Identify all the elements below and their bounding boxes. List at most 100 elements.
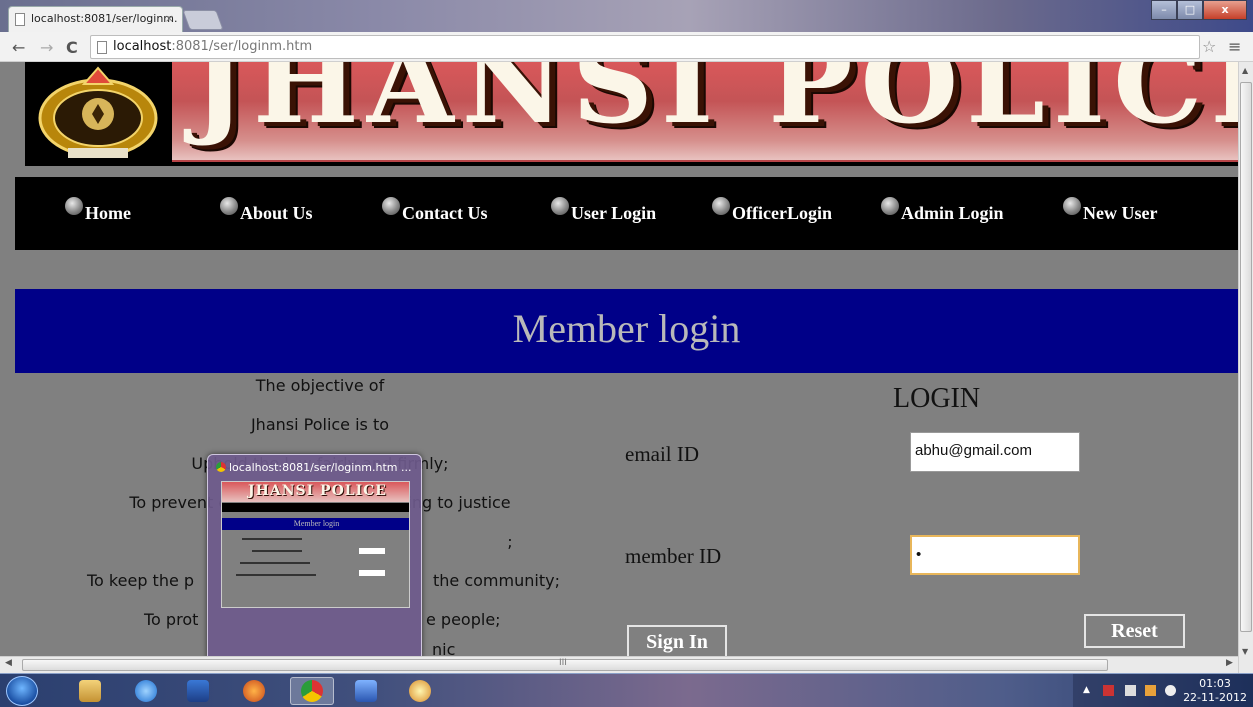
url-field[interactable]: localhost:8081/ser/loginm.htm <box>90 35 1200 59</box>
horizontal-scroll-thumb[interactable]: III <box>22 658 1108 671</box>
member-id-label: member ID <box>625 544 722 568</box>
window-controls: – □ x <box>1151 0 1247 20</box>
chrome-icon <box>216 462 226 472</box>
thumbnail-text-line <box>240 562 310 564</box>
start-button[interactable] <box>6 676 38 706</box>
thumbnail-input <box>359 570 385 576</box>
system-tray: ▲ 01:03 22-11-2012 <box>1073 674 1253 707</box>
system-clock[interactable]: 01:03 22-11-2012 <box>1183 677 1247 705</box>
objective-line: Jhansi Police is to <box>250 415 390 434</box>
scroll-down-icon[interactable]: ▼ <box>1242 647 1248 656</box>
objective-fragment: nic <box>432 640 456 656</box>
internet-explorer-icon <box>135 680 157 702</box>
url-path: :8081/ser/loginm.htm <box>171 39 313 54</box>
thumbnail-text-line <box>236 574 316 576</box>
banner-title-area: JHANSI POLICE <box>172 62 1238 162</box>
scroll-up-icon[interactable]: ▲ <box>1242 66 1248 75</box>
objective-fragment: the community; <box>433 571 560 590</box>
nav-home[interactable]: Home <box>65 197 131 224</box>
firefox-icon <box>243 680 265 702</box>
clock-time: 01:03 <box>1199 677 1231 690</box>
media-player-icon <box>187 680 209 702</box>
reload-icon[interactable]: C <box>66 38 78 57</box>
scroll-left-icon[interactable]: ◀ <box>5 658 12 668</box>
chrome-icon <box>301 680 323 702</box>
ie-taskbar-button[interactable] <box>124 677 168 705</box>
folder-icon <box>79 680 101 702</box>
show-hidden-icons-icon[interactable]: ▲ <box>1083 685 1094 696</box>
nav-admin-login[interactable]: Admin Login <box>881 197 1004 224</box>
page-icon <box>97 41 107 54</box>
paint-taskbar-button[interactable] <box>398 677 442 705</box>
reset-button[interactable]: Reset <box>1084 614 1185 648</box>
action-center-flag-icon[interactable] <box>1103 685 1114 696</box>
objective-fragment: To keep the p <box>87 571 195 590</box>
address-bar: ← → C localhost:8081/ser/loginm.htm ☆ ≡ <box>0 32 1253 62</box>
vertical-scroll-thumb[interactable] <box>1240 82 1252 632</box>
thumbnail-screenshot: JHANSI POLICE Member login <box>221 481 410 608</box>
nav-new-user[interactable]: New User <box>1063 197 1158 224</box>
maximize-button[interactable]: □ <box>1177 0 1203 20</box>
nav-home-label: Home <box>85 203 131 223</box>
firefox-taskbar-button[interactable] <box>232 677 276 705</box>
page-title: Member login <box>512 306 741 351</box>
explorer-taskbar-button[interactable] <box>68 677 112 705</box>
close-button[interactable]: x <box>1203 0 1247 20</box>
windows-taskbar: ▲ 01:03 22-11-2012 <box>0 673 1253 707</box>
page-icon <box>15 13 25 26</box>
nav-new-user-label: New User <box>1083 203 1158 223</box>
paint-icon <box>409 680 431 702</box>
network-icon[interactable] <box>1145 685 1156 696</box>
tab-close-icon[interactable]: × <box>165 12 174 25</box>
police-badge-icon <box>220 197 238 215</box>
application-icon <box>355 680 377 702</box>
url-host: localhost <box>113 39 172 54</box>
sign-in-button[interactable]: Sign In <box>627 625 727 656</box>
thumbnail-text-line <box>242 538 302 540</box>
thumbnail-title-text: localhost:8081/ser/loginm.htm ... <box>229 461 412 474</box>
vertical-scrollbar[interactable]: ▲ ▼ <box>1238 62 1253 673</box>
nav-about-us[interactable]: About Us <box>220 197 313 224</box>
thumbnail-banner-title: JHANSI POLICE <box>248 483 387 499</box>
police-badge-icon <box>712 197 730 215</box>
app-taskbar-button[interactable] <box>344 677 388 705</box>
clock-date: 22-11-2012 <box>1183 691 1247 704</box>
nav-admin-login-label: Admin Login <box>901 203 1004 223</box>
chrome-taskbar-button[interactable] <box>290 677 334 705</box>
nav-contact-label: Contact Us <box>402 203 488 223</box>
forward-icon[interactable]: → <box>40 38 53 57</box>
media-player-taskbar-button[interactable] <box>176 677 220 705</box>
horizontal-scrollbar[interactable]: ◀ III ▶ <box>0 656 1238 673</box>
police-badge-icon <box>551 197 569 215</box>
email-field[interactable]: abhu@gmail.com <box>910 432 1080 472</box>
email-label: email ID <box>625 442 700 466</box>
minimize-button[interactable]: – <box>1151 0 1177 20</box>
objective-fragment: To prot <box>144 610 199 629</box>
nav-officer-login[interactable]: OfficerLogin <box>712 197 832 224</box>
police-emblem-logo <box>25 62 170 166</box>
browser-tab[interactable]: localhost:8081/ser/loginm. × <box>8 6 183 32</box>
nav-user-login[interactable]: User Login <box>551 197 657 224</box>
new-tab-button[interactable] <box>182 10 224 30</box>
browser-titlebar: localhost:8081/ser/loginm. × – □ x <box>0 0 1253 32</box>
thumbnail-navbar <box>222 503 409 512</box>
scroll-right-icon[interactable]: ▶ <box>1226 658 1233 668</box>
chrome-menu-icon[interactable]: ≡ <box>1228 37 1241 56</box>
main-navbar: Home About Us Contact Us User Login Offi… <box>15 177 1238 250</box>
nav-contact-us[interactable]: Contact Us <box>382 197 488 224</box>
nav-user-login-label: User Login <box>571 203 657 223</box>
tab-title: localhost:8081/ser/loginm. <box>31 12 178 25</box>
scroll-grip: III <box>559 658 567 668</box>
volume-icon[interactable] <box>1165 685 1176 696</box>
battery-icon[interactable] <box>1125 685 1136 696</box>
nav-officer-login-label: OfficerLogin <box>732 203 832 223</box>
thumbnail-heading: Member login <box>222 518 409 530</box>
thumbnail-title: localhost:8081/ser/loginm.htm ... <box>216 461 416 474</box>
member-id-field[interactable]: • <box>910 535 1080 575</box>
back-icon[interactable]: ← <box>12 38 25 57</box>
police-emblem-icon <box>38 66 157 158</box>
bookmark-star-icon[interactable]: ☆ <box>1202 37 1216 56</box>
login-heading: LOGIN <box>893 383 981 414</box>
taskbar-thumbnail-preview[interactable]: localhost:8081/ser/loginm.htm ... JHANSI… <box>207 454 422 664</box>
police-badge-icon <box>881 197 899 215</box>
